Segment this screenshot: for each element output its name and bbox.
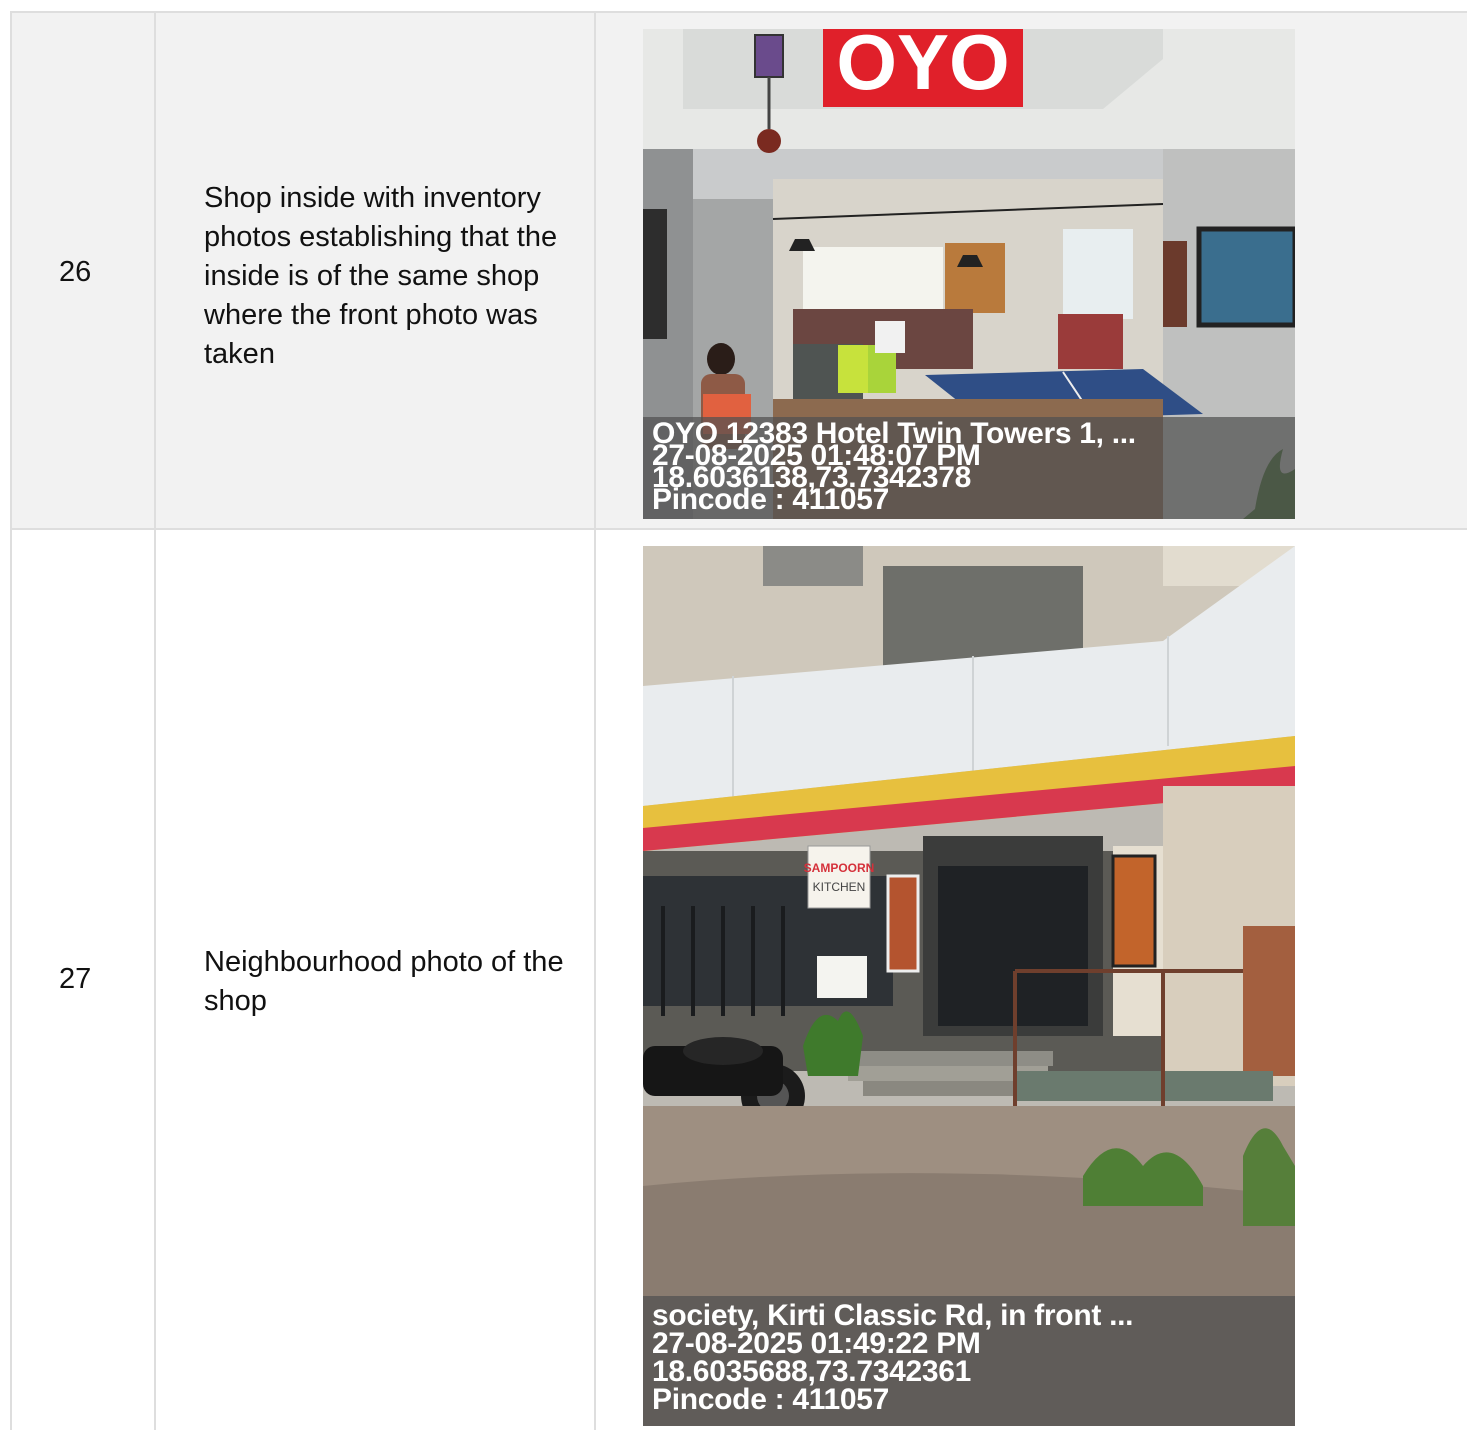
row-description: Neighbourhood photo of the shop [204, 946, 564, 1017]
evidence-table: 26 Shop inside with inventory photos est… [10, 11, 1467, 1430]
photo-geo-stamp: society, Kirti Classic Rd, in front ... … [643, 1296, 1295, 1426]
photo-cell: OYO OYO 12383 Hotel Twin Towers 1, ... 2… [596, 13, 1467, 528]
stamp-datetime: 27-08-2025 01:49:22 PM [652, 1327, 981, 1360]
sampoorn-sign-line2: KITCHEN [813, 880, 866, 894]
stamp-coordinates: 18.6035688,73.7342361 [652, 1355, 972, 1388]
table-row: 27 Neighbourhood photo of the shop SAMPO… [10, 530, 1467, 1430]
row-number: 26 [59, 256, 92, 288]
photo-cell: SAMPOORN KITCHEN society, Kirti Classic … [596, 530, 1467, 1430]
neighbourhood-illustration: SAMPOORN KITCHEN [643, 546, 1295, 1426]
description-cell: Neighbourhood photo of the shop [156, 530, 596, 1430]
row-number-cell: 26 [10, 13, 156, 528]
row-description: Shop inside with inventory photos establ… [204, 182, 558, 370]
row-number-cell: 27 [10, 530, 156, 1430]
table-row: 26 Shop inside with inventory photos est… [10, 13, 1467, 530]
photo-geo-stamp: OYO 12383 Hotel Twin Towers 1, ... 27-08… [643, 417, 1295, 519]
neighbourhood-photo: SAMPOORN KITCHEN society, Kirti Classic … [643, 546, 1295, 1426]
description-cell: Shop inside with inventory photos establ… [156, 13, 596, 528]
shop-inside-photo: OYO OYO 12383 Hotel Twin Towers 1, ... 2… [643, 29, 1295, 519]
stamp-pincode: Pincode : 411057 [652, 1383, 890, 1416]
sampoorn-sign-line1: SAMPOORN [804, 861, 875, 875]
oyo-sign-text: OYO [836, 29, 1009, 106]
row-number: 27 [59, 963, 92, 995]
stamp-location: society, Kirti Classic Rd, in front ... [652, 1299, 1134, 1332]
